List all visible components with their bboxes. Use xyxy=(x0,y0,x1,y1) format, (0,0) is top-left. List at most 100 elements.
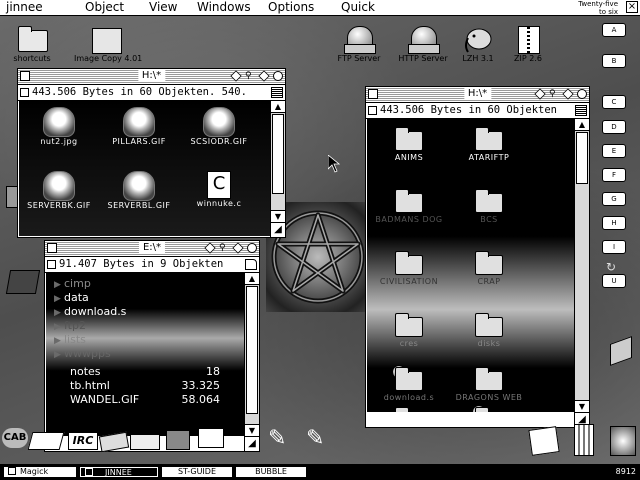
task-st-guide[interactable]: ST-GUIDE xyxy=(162,467,232,477)
scroll-thumb[interactable] xyxy=(246,286,258,414)
fuller-icon[interactable] xyxy=(273,71,283,81)
select-all-checkbox[interactable] xyxy=(47,260,56,269)
drive-c[interactable]: C xyxy=(602,95,626,109)
iconify-icon[interactable] xyxy=(258,70,270,82)
box-icon[interactable] xyxy=(166,430,190,450)
book-icon[interactable] xyxy=(5,270,41,294)
file-item[interactable]: C winnuke.c xyxy=(183,171,255,208)
folder-item[interactable] xyxy=(453,403,525,412)
list-item[interactable]: tb.html 33.325 xyxy=(70,379,220,393)
diamond-icon[interactable] xyxy=(204,242,216,254)
scroll-down-arrow-icon[interactable]: ▼ xyxy=(575,400,589,412)
folder-item[interactable]: CRAP xyxy=(453,247,525,286)
pen-paper-icon[interactable]: ✎ xyxy=(306,426,324,451)
scroll-up-arrow-icon[interactable]: ▲ xyxy=(245,273,259,285)
drive-d[interactable]: D xyxy=(602,120,626,134)
drive-u[interactable]: U xyxy=(602,274,626,288)
scroll-up-arrow-icon[interactable]: ▲ xyxy=(271,101,285,113)
scroll-down-arrow-icon[interactable]: ▼ xyxy=(271,210,285,222)
refresh-icon[interactable]: ↻ xyxy=(606,260,616,274)
list-item[interactable]: ▶ data xyxy=(54,291,89,305)
lock-icon[interactable]: ⚲ xyxy=(549,89,559,99)
title-bar[interactable]: E:\* ⚲ xyxy=(45,241,259,257)
drive-e[interactable]: E xyxy=(602,144,626,158)
drive-f[interactable]: F xyxy=(602,168,626,182)
drive-h[interactable]: H xyxy=(602,216,626,230)
scroll-thumb[interactable] xyxy=(272,114,284,194)
keyboard-icon[interactable] xyxy=(130,434,160,450)
list-item[interactable]: ▶ wwwpps xyxy=(54,347,111,361)
select-all-checkbox[interactable] xyxy=(368,106,377,115)
fuller-icon[interactable] xyxy=(577,89,587,99)
file-item[interactable]: SERVERBK.GIF xyxy=(23,171,95,210)
scroll-up-arrow-icon[interactable]: ▲ xyxy=(575,119,589,131)
task-jinnee[interactable]: JINNEE xyxy=(80,467,158,477)
select-all-checkbox[interactable] xyxy=(20,88,29,97)
list-item[interactable]: ▶ cimp xyxy=(54,277,91,291)
iconify-icon[interactable] xyxy=(232,242,244,254)
file-item[interactable]: SERVERBL.GIF xyxy=(103,171,175,210)
document-icon[interactable] xyxy=(245,259,257,270)
folder-item[interactable]: BCS xyxy=(453,185,525,224)
zip-icon[interactable]: ZIP 2.6 xyxy=(496,24,560,63)
cab-browser-icon[interactable]: CAB xyxy=(2,428,28,448)
file-item[interactable]: SCSIODR.GIF xyxy=(183,107,255,146)
folder-item[interactable] xyxy=(373,403,445,412)
list-item[interactable]: notes 18 xyxy=(70,365,220,379)
iconify-icon[interactable] xyxy=(562,88,574,100)
scroll-down-arrow-icon[interactable]: ▼ xyxy=(245,424,259,436)
folder-item[interactable]: download.s xyxy=(373,363,445,402)
file-item[interactable]: PILLARS.GIF xyxy=(103,107,175,146)
drive-g[interactable]: G xyxy=(602,192,626,206)
menu-quick[interactable]: Quick xyxy=(341,1,375,14)
cube-icon[interactable] xyxy=(610,335,632,367)
image-copy-icon[interactable]: Image Copy 4.01 xyxy=(74,24,142,63)
list-item[interactable]: ▶ ftp2 xyxy=(54,319,86,333)
diamond-icon[interactable] xyxy=(230,70,242,82)
close-icon[interactable]: × xyxy=(626,1,638,13)
menu-object[interactable]: Object xyxy=(85,1,124,14)
folder-item[interactable]: cres xyxy=(373,309,445,348)
folder-item[interactable]: DRAGONS WEB xyxy=(453,363,525,402)
menu-jinnee[interactable]: jinnee xyxy=(6,1,43,14)
shredder-icon[interactable] xyxy=(610,426,636,456)
eraser-icon[interactable] xyxy=(27,432,65,450)
file-item[interactable]: nut2.jpg xyxy=(23,107,95,146)
resize-handle-icon[interactable]: ◢ xyxy=(270,222,285,237)
computer-icon[interactable] xyxy=(198,428,224,448)
list-item[interactable]: ▶ download.s xyxy=(54,305,126,319)
title-bar[interactable]: H:\* ⚲ xyxy=(366,87,589,103)
folder-item[interactable]: ATARIFTP xyxy=(453,123,525,162)
irc-icon[interactable]: IRC xyxy=(68,432,98,450)
drive-b[interactable]: B xyxy=(602,54,626,68)
resize-handle-icon[interactable]: ◢ xyxy=(244,436,259,451)
trash-icon[interactable] xyxy=(574,424,594,456)
menu-view[interactable]: View xyxy=(149,1,177,14)
window-menu-icon[interactable] xyxy=(575,105,587,116)
vertical-scrollbar[interactable]: ▲ ▼ xyxy=(244,273,259,436)
shortcuts-icon[interactable]: shortcuts xyxy=(0,24,64,63)
list-item[interactable]: WANDEL.GIF 58.064 xyxy=(70,393,220,407)
close-box[interactable] xyxy=(368,89,378,99)
task-bubble[interactable]: BUBBLE xyxy=(236,467,306,477)
window-menu-icon[interactable] xyxy=(271,87,283,98)
vertical-scrollbar[interactable]: ▲ ▼ xyxy=(270,101,285,222)
pen-paper-icon[interactable]: ✎ xyxy=(268,426,286,451)
menu-options[interactable]: Options xyxy=(268,1,314,14)
vertical-scrollbar[interactable]: ▲ ▼ xyxy=(574,119,589,412)
folder-item[interactable]: disks xyxy=(453,309,525,348)
lock-icon[interactable]: ⚲ xyxy=(219,243,229,253)
list-item[interactable]: ▶ lists xyxy=(54,333,86,347)
drive-i[interactable]: I xyxy=(602,240,626,254)
menu-windows[interactable]: Windows xyxy=(197,1,251,14)
fuller-icon[interactable] xyxy=(247,243,257,253)
task-magick[interactable]: Magick xyxy=(4,467,76,477)
folder-item[interactable]: ANIMS xyxy=(373,123,445,162)
folder-item[interactable]: CIVILISATION xyxy=(373,247,445,286)
scroll-thumb[interactable] xyxy=(576,132,588,184)
lock-icon[interactable]: ⚲ xyxy=(245,71,255,81)
ftp-server-icon[interactable]: FTP Server xyxy=(327,24,391,63)
close-box[interactable] xyxy=(20,71,30,81)
diamond-icon[interactable] xyxy=(534,88,546,100)
printer-icon[interactable] xyxy=(528,426,560,456)
